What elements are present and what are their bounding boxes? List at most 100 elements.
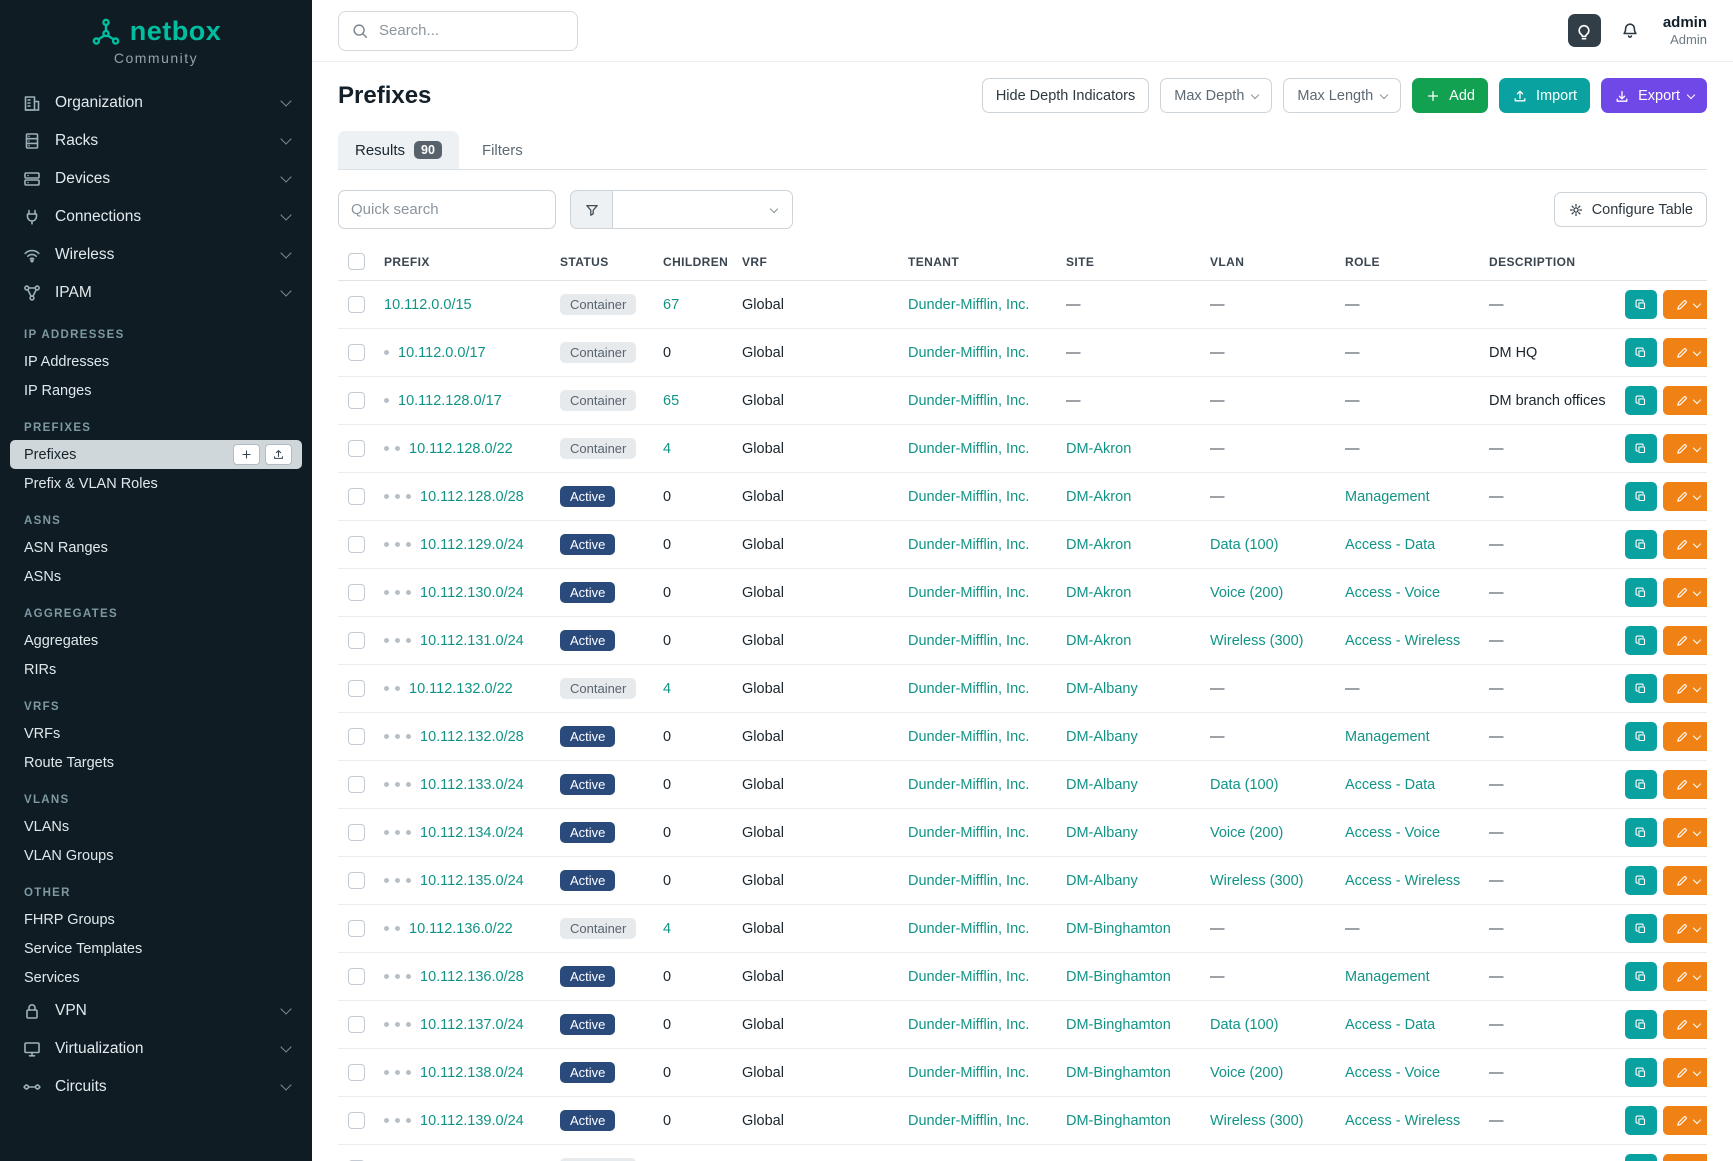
sidebar-item-ip-ranges[interactable]: IP Ranges — [0, 376, 312, 405]
select-all-checkbox[interactable] — [348, 253, 365, 270]
row-checkbox[interactable] — [348, 488, 365, 505]
clone-button[interactable] — [1625, 290, 1657, 319]
clone-button[interactable] — [1625, 1010, 1657, 1039]
vlan-link[interactable]: Wireless (300) — [1210, 1113, 1303, 1129]
sidebar-item-asns[interactable]: ASNs — [0, 562, 312, 591]
tenant-link[interactable]: Dunder-Mifflin, Inc. — [908, 345, 1029, 361]
clone-button[interactable] — [1625, 866, 1657, 895]
role-link[interactable]: Access - Wireless — [1345, 873, 1460, 889]
sidebar-item-vrfs[interactable]: VRFs — [0, 719, 312, 748]
clone-button[interactable] — [1625, 962, 1657, 991]
saved-filter-select[interactable] — [613, 190, 793, 229]
row-checkbox[interactable] — [348, 728, 365, 745]
filter-button[interactable] — [570, 190, 613, 229]
max-length-dropdown[interactable]: Max Length — [1283, 78, 1401, 113]
site-link[interactable]: DM-Akron — [1066, 585, 1131, 601]
edit-dropdown-button[interactable] — [1663, 1058, 1707, 1087]
site-link[interactable]: DM-Albany — [1066, 681, 1138, 697]
prefix-link[interactable]: 10.112.128.0/17 — [398, 393, 502, 409]
edit-dropdown-button[interactable] — [1663, 482, 1707, 511]
tenant-link[interactable]: Dunder-Mifflin, Inc. — [908, 441, 1029, 457]
column-header-vlan[interactable]: VLAN — [1210, 255, 1244, 269]
edit-dropdown-button[interactable] — [1663, 962, 1707, 991]
role-link[interactable]: Access - Data — [1345, 1017, 1435, 1033]
prefix-link[interactable]: 10.112.132.0/22 — [409, 681, 513, 697]
edit-dropdown-button[interactable] — [1663, 434, 1707, 463]
configure-table-button[interactable]: Configure Table — [1554, 192, 1707, 227]
clone-button[interactable] — [1625, 1106, 1657, 1135]
sidebar-item-vpn[interactable]: VPN — [0, 992, 312, 1030]
tenant-link[interactable]: Dunder-Mifflin, Inc. — [908, 729, 1029, 745]
site-link[interactable]: DM-Binghamton — [1066, 1017, 1171, 1033]
edit-dropdown-button[interactable] — [1663, 338, 1707, 367]
sidebar-item-services[interactable]: Services — [0, 963, 312, 992]
prefix-link[interactable]: 10.112.136.0/28 — [420, 969, 524, 985]
tenant-link[interactable]: Dunder-Mifflin, Inc. — [908, 585, 1029, 601]
site-link[interactable]: DM-Binghamton — [1066, 1113, 1171, 1129]
quick-import-prefix-button[interactable] — [265, 444, 292, 465]
sidebar-item-prefixes[interactable]: Prefixes — [10, 440, 302, 469]
edit-dropdown-button[interactable] — [1663, 1106, 1707, 1135]
global-search-input[interactable] — [338, 11, 578, 51]
sidebar-item-prefix-vlan-roles[interactable]: Prefix & VLAN Roles — [0, 469, 312, 498]
row-checkbox[interactable] — [348, 1112, 365, 1129]
tenant-link[interactable]: Dunder-Mifflin, Inc. — [908, 921, 1029, 937]
notifications-button[interactable] — [1614, 14, 1647, 47]
edit-dropdown-button[interactable] — [1663, 578, 1707, 607]
column-header-description[interactable]: DESCRIPTION — [1489, 255, 1575, 269]
edit-dropdown-button[interactable] — [1663, 818, 1707, 847]
tab-filters[interactable]: Filters — [465, 131, 540, 169]
row-checkbox[interactable] — [348, 920, 365, 937]
brand[interactable]: netbox Community — [0, 0, 312, 74]
prefix-link[interactable]: 10.112.137.0/24 — [420, 1017, 524, 1033]
row-checkbox[interactable] — [348, 296, 365, 313]
site-link[interactable]: DM-Akron — [1066, 489, 1131, 505]
edit-dropdown-button[interactable] — [1663, 530, 1707, 559]
row-checkbox[interactable] — [348, 680, 365, 697]
tenant-link[interactable]: Dunder-Mifflin, Inc. — [908, 393, 1029, 409]
children-count-link[interactable]: 4 — [663, 681, 671, 697]
row-checkbox[interactable] — [348, 872, 365, 889]
export-dropdown[interactable]: Export — [1601, 78, 1707, 113]
row-checkbox[interactable] — [348, 632, 365, 649]
site-link[interactable]: DM-Albany — [1066, 777, 1138, 793]
tenant-link[interactable]: Dunder-Mifflin, Inc. — [908, 633, 1029, 649]
sidebar-item-route-targets[interactable]: Route Targets — [0, 748, 312, 777]
prefix-link[interactable]: 10.112.128.0/28 — [420, 489, 524, 505]
row-checkbox[interactable] — [348, 392, 365, 409]
edit-dropdown-button[interactable] — [1663, 386, 1707, 415]
vlan-link[interactable]: Wireless (300) — [1210, 633, 1303, 649]
sidebar-item-rirs[interactable]: RIRs — [0, 655, 312, 684]
sidebar-item-devices[interactable]: Devices — [0, 160, 312, 198]
quick-add-prefix-button[interactable] — [233, 444, 260, 465]
prefix-link[interactable]: 10.112.129.0/24 — [420, 537, 524, 553]
column-header-role[interactable]: ROLE — [1345, 255, 1380, 269]
tenant-link[interactable]: Dunder-Mifflin, Inc. — [908, 873, 1029, 889]
tenant-link[interactable]: Dunder-Mifflin, Inc. — [908, 489, 1029, 505]
clone-button[interactable] — [1625, 338, 1657, 367]
role-link[interactable]: Management — [1345, 729, 1430, 745]
prefix-link[interactable]: 10.112.130.0/24 — [420, 585, 524, 601]
vlan-link[interactable]: Data (100) — [1210, 777, 1279, 793]
tenant-link[interactable]: Dunder-Mifflin, Inc. — [908, 1065, 1029, 1081]
role-link[interactable]: Access - Voice — [1345, 1065, 1440, 1081]
clone-button[interactable] — [1625, 722, 1657, 751]
row-checkbox[interactable] — [348, 584, 365, 601]
children-count-link[interactable]: 65 — [663, 393, 679, 409]
sidebar-item-asn-ranges[interactable]: ASN Ranges — [0, 533, 312, 562]
row-checkbox[interactable] — [348, 344, 365, 361]
prefix-link[interactable]: 10.112.0.0/15 — [384, 297, 472, 313]
tenant-link[interactable]: Dunder-Mifflin, Inc. — [908, 537, 1029, 553]
theme-toggle-button[interactable] — [1568, 14, 1601, 47]
row-checkbox[interactable] — [348, 824, 365, 841]
row-checkbox[interactable] — [348, 536, 365, 553]
sidebar-item-circuits[interactable]: Circuits — [0, 1068, 312, 1106]
sidebar-item-organization[interactable]: Organization — [0, 84, 312, 122]
tenant-link[interactable]: Dunder-Mifflin, Inc. — [908, 777, 1029, 793]
sidebar-item-aggregates[interactable]: Aggregates — [0, 626, 312, 655]
role-link[interactable]: Access - Voice — [1345, 585, 1440, 601]
clone-button[interactable] — [1625, 1154, 1657, 1161]
sidebar-item-service-templates[interactable]: Service Templates — [0, 934, 312, 963]
column-header-status[interactable]: STATUS — [560, 255, 609, 269]
clone-button[interactable] — [1625, 530, 1657, 559]
